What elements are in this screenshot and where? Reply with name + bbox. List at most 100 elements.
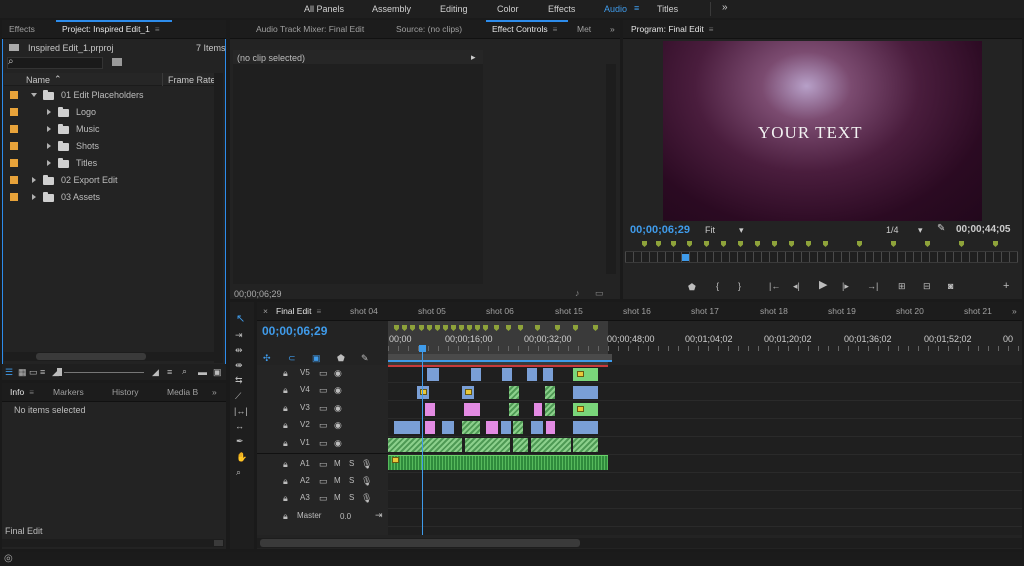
snap-icon[interactable]: ✣: [263, 353, 271, 363]
playhead-line[interactable]: [422, 352, 423, 535]
track-select-icon[interactable]: ⇥: [235, 330, 243, 340]
marker[interactable]: [959, 241, 964, 247]
mute-button[interactable]: M: [334, 459, 341, 468]
tab-shot-20[interactable]: shot 20: [896, 302, 924, 321]
video-clip[interactable]: [394, 421, 420, 434]
tab-history[interactable]: History: [112, 383, 138, 402]
video-clip[interactable]: [502, 368, 512, 381]
sort-icon[interactable]: ≡: [40, 367, 45, 377]
marker[interactable]: [772, 241, 777, 247]
lock-icon[interactable]: 🔒︎: [283, 511, 288, 521]
disclosure-closed-icon[interactable]: [32, 194, 36, 200]
bin-row[interactable]: 03 Assets: [61, 192, 100, 202]
workspace-effects[interactable]: Effects: [548, 4, 575, 14]
sync-lock-icon[interactable]: ▭: [319, 403, 328, 413]
video-clip[interactable]: [509, 386, 519, 399]
info-scroll-thumb[interactable]: [214, 540, 223, 546]
workspace-assembly[interactable]: Assembly: [372, 4, 411, 14]
marker[interactable]: [891, 241, 896, 247]
marker[interactable]: [656, 241, 661, 247]
insert-nest-icon[interactable]: ▣: [312, 353, 321, 363]
ripple-edit-icon[interactable]: ⇹: [235, 345, 243, 355]
marker[interactable]: [704, 241, 709, 247]
video-clip[interactable]: [425, 421, 435, 434]
lock-icon[interactable]: 🔒︎: [283, 385, 288, 395]
workspace-audio[interactable]: Audio: [604, 4, 627, 14]
marker[interactable]: [806, 241, 811, 247]
bin-row[interactable]: Titles: [76, 158, 97, 168]
lock-icon[interactable]: 🔒︎: [283, 438, 288, 448]
tab-project[interactable]: Project: Inspired Edit_1 ≡: [62, 20, 160, 39]
freeform-view-icon[interactable]: ▭: [29, 367, 38, 377]
video-clip[interactable]: [388, 438, 462, 452]
add-marker-icon[interactable]: ⬟: [337, 353, 345, 363]
rate-stretch-icon[interactable]: ⇆: [235, 375, 243, 385]
mute-button[interactable]: M: [334, 476, 341, 485]
marker[interactable]: [687, 241, 692, 247]
rolling-edit-icon[interactable]: ⇼: [235, 360, 243, 370]
tab-effects[interactable]: Effects: [9, 20, 35, 39]
tab-overflow-icon[interactable]: »: [1012, 302, 1017, 321]
workspace-titles[interactable]: Titles: [657, 4, 678, 14]
lock-icon[interactable]: 🔒︎: [283, 403, 288, 413]
zoom-tool-icon[interactable]: ⌕: [236, 467, 241, 477]
slip-icon[interactable]: |↔|: [234, 406, 248, 416]
video-clip[interactable]: [442, 421, 454, 434]
tab-overflow-icon[interactable]: »: [610, 20, 615, 39]
bin-row[interactable]: 02 Export Edit: [61, 175, 118, 185]
video-clip[interactable]: [425, 403, 435, 416]
sync-lock-icon[interactable]: ▭: [319, 476, 328, 486]
marker[interactable]: [738, 241, 743, 247]
tab-shot-17[interactable]: shot 17: [691, 302, 719, 321]
audio-only-icon[interactable]: ♪: [575, 288, 580, 298]
video-clip[interactable]: [501, 421, 511, 434]
solo-button[interactable]: S: [349, 459, 354, 468]
sync-lock-icon[interactable]: ▭: [319, 385, 328, 395]
video-clip[interactable]: [527, 368, 537, 381]
project-hscroll-thumb[interactable]: [36, 353, 146, 360]
video-clip[interactable]: [509, 403, 519, 416]
tab-metadata[interactable]: Met: [577, 20, 591, 39]
tab-shot-06[interactable]: shot 06: [486, 302, 514, 321]
workspace-menu-icon[interactable]: ≡: [634, 3, 639, 13]
sync-lock-icon[interactable]: ▭: [319, 438, 328, 448]
solo-button[interactable]: S: [349, 476, 354, 485]
step-forward-icon[interactable]: |▸: [842, 281, 849, 291]
tab-shot-16[interactable]: shot 16: [623, 302, 651, 321]
marker[interactable]: [993, 241, 998, 247]
tab-source[interactable]: Source: (no clips): [396, 20, 462, 39]
video-clip[interactable]: [513, 438, 528, 452]
pen-icon[interactable]: ✒: [236, 436, 244, 446]
column-frame-rate[interactable]: Frame Rate: [168, 75, 216, 85]
video-clip[interactable]: [531, 421, 543, 434]
video-clip[interactable]: [471, 368, 481, 381]
info-scrollbar[interactable]: [2, 539, 224, 547]
lock-icon[interactable]: 🔒︎: [283, 476, 288, 486]
tab-menu-icon[interactable]: ≡: [709, 25, 714, 34]
video-clip[interactable]: [534, 403, 542, 416]
tab-shot-04[interactable]: shot 04: [350, 302, 378, 321]
marker[interactable]: [857, 241, 862, 247]
tab-shot-18[interactable]: shot 18: [760, 302, 788, 321]
bin-row[interactable]: Logo: [76, 107, 96, 117]
tab-overflow-icon[interactable]: »: [212, 383, 217, 402]
video-clip[interactable]: [543, 368, 553, 381]
eye-icon[interactable]: ◉: [334, 420, 342, 430]
linked-selection-icon[interactable]: ⊂: [288, 353, 296, 363]
search-input[interactable]: [7, 57, 103, 69]
disclosure-closed-icon[interactable]: [47, 160, 51, 166]
go-to-out-icon[interactable]: →|: [867, 281, 878, 291]
timeline-hscroll-thumb[interactable]: [260, 539, 580, 547]
lift-icon[interactable]: ⊞: [898, 281, 906, 291]
fit-dropdown[interactable]: Fit ▾: [705, 225, 744, 235]
column-name[interactable]: Name: [26, 75, 50, 85]
resolution-dropdown[interactable]: 1/4 ▾: [886, 225, 923, 235]
lock-icon[interactable]: 🔒︎: [283, 493, 288, 503]
sync-lock-icon[interactable]: ▭: [319, 420, 328, 430]
sort-icons-icon[interactable]: ≡: [167, 367, 172, 377]
add-marker-icon[interactable]: ⬟: [688, 282, 696, 292]
go-to-in-icon[interactable]: |←: [769, 281, 780, 291]
disclosure-closed-icon[interactable]: [47, 109, 51, 115]
tab-menu-icon[interactable]: ≡: [29, 388, 34, 397]
hand-icon[interactable]: ✋: [236, 452, 247, 462]
